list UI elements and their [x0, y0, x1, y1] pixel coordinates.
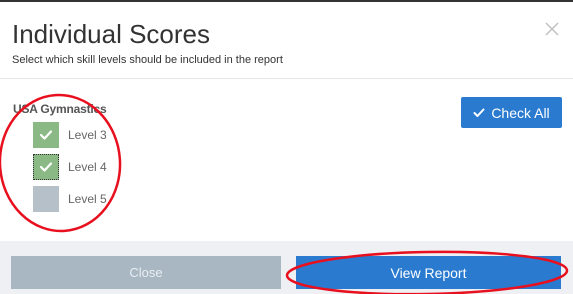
check-all-label: Check All	[491, 104, 550, 121]
dialog-subtitle: Select which skill levels should be incl…	[12, 54, 283, 66]
close-icon[interactable]	[545, 22, 559, 36]
close-button[interactable]: Close	[11, 256, 281, 289]
top-border	[0, 0, 573, 2]
level-label: Level 4	[68, 160, 107, 174]
checkmark-icon	[39, 162, 53, 172]
checkbox-checked[interactable]	[33, 122, 59, 148]
dialog-title: Individual Scores	[12, 19, 210, 49]
checkmark-icon	[39, 130, 53, 140]
checkbox-unchecked[interactable]	[33, 186, 59, 212]
level-label: Level 3	[68, 128, 107, 142]
level-checkbox-level-5[interactable]: Level 5	[33, 186, 107, 212]
view-report-button[interactable]: View Report	[296, 256, 561, 289]
header-divider	[0, 78, 573, 79]
checkbox-checked[interactable]	[33, 154, 59, 180]
level-checkbox-level-4[interactable]: Level 4	[33, 154, 107, 180]
checkmark-icon	[473, 108, 485, 117]
check-all-button[interactable]: Check All	[461, 97, 562, 128]
level-checkbox-level-3[interactable]: Level 3	[33, 122, 107, 148]
group-label: USA Gymnastics	[13, 102, 107, 116]
level-label: Level 5	[68, 192, 107, 206]
